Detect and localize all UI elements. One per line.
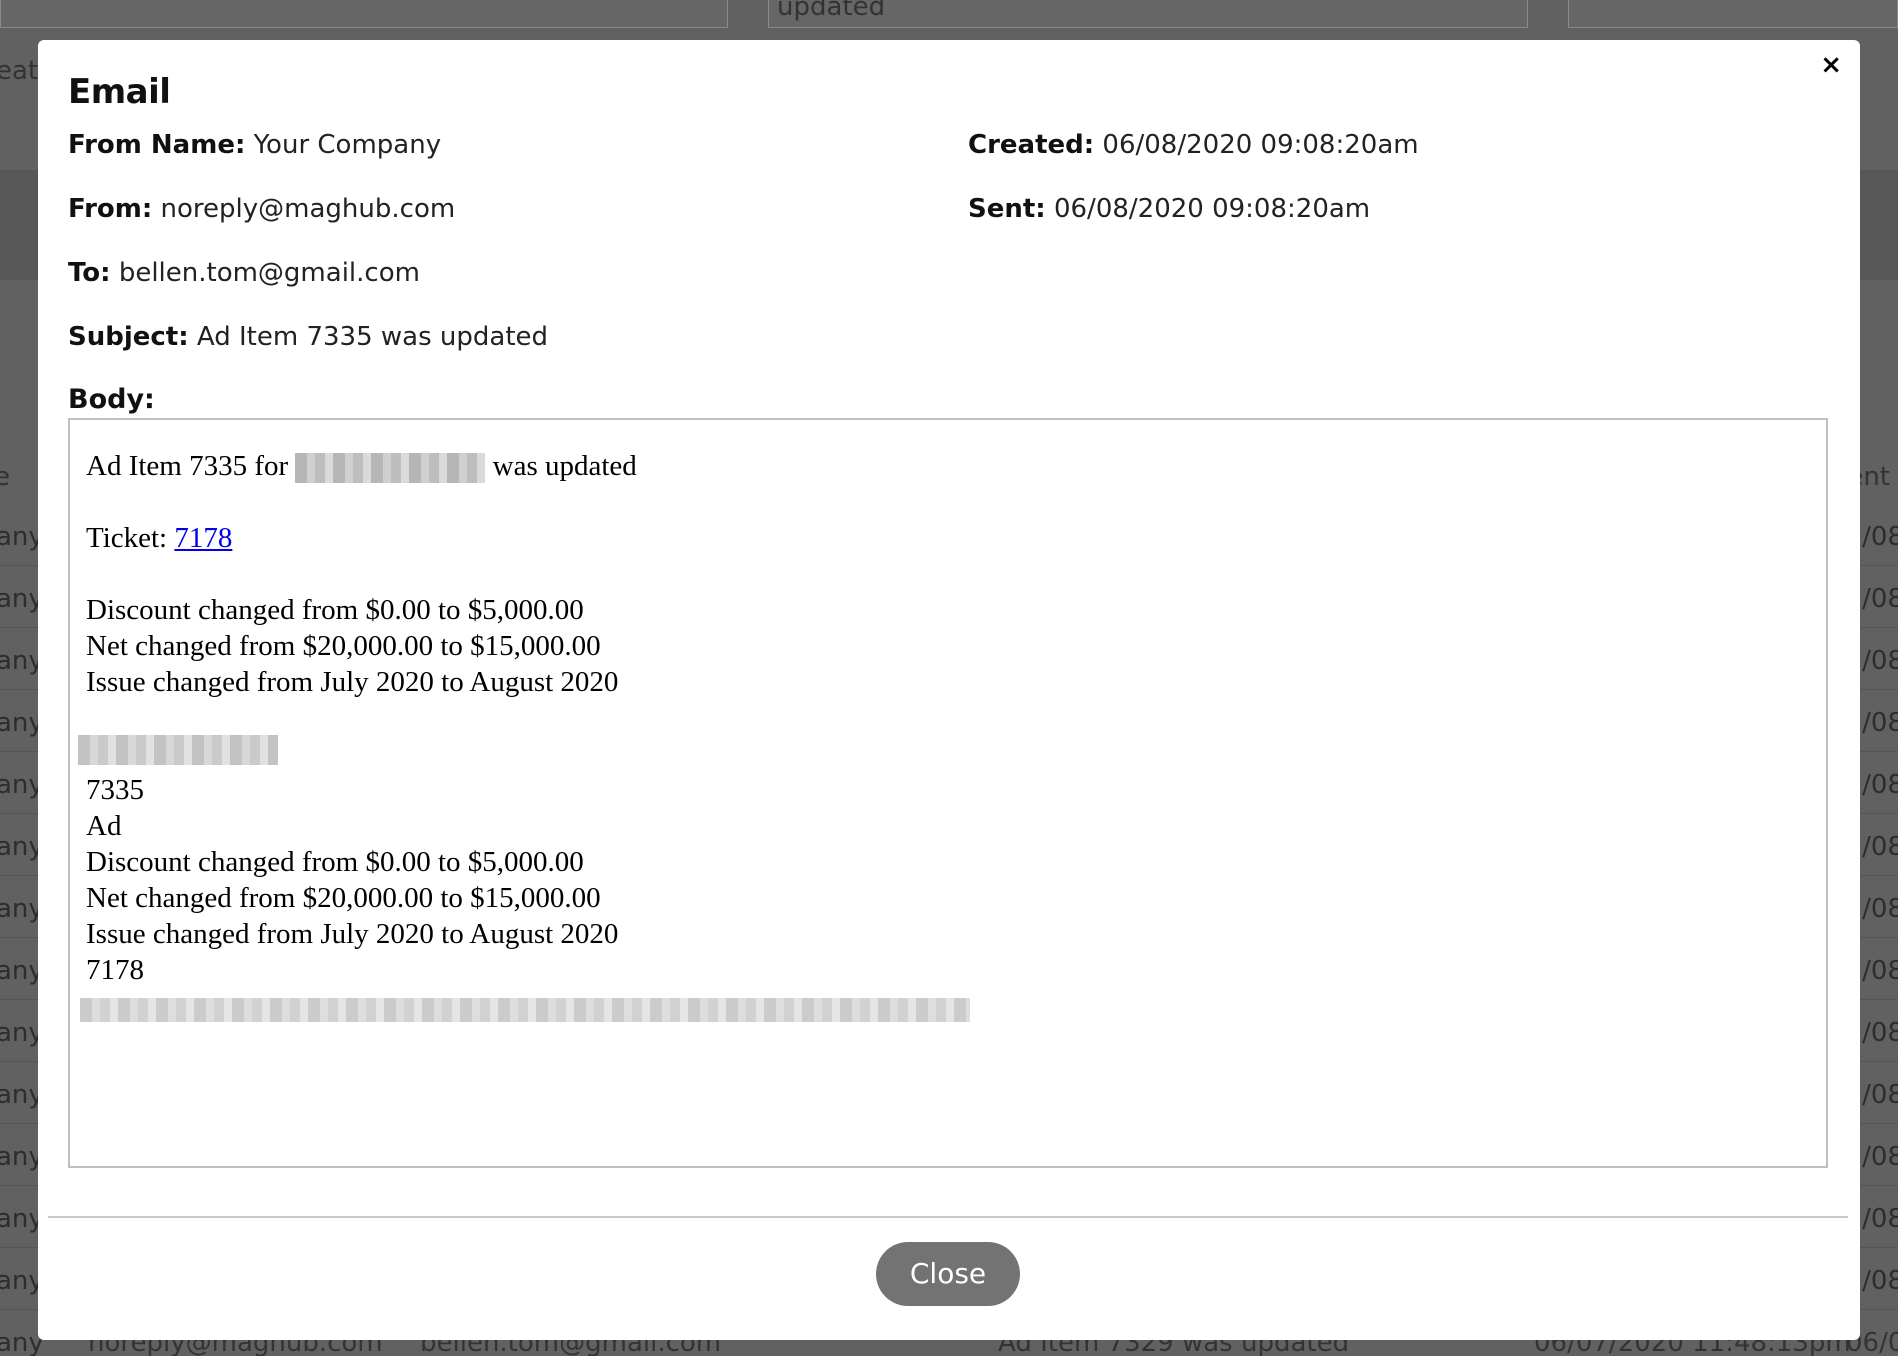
bg-column-header-left: e [0, 462, 10, 492]
close-icon[interactable]: × [1820, 52, 1842, 78]
sent-value: 06/08/2020 09:08:20am [1053, 194, 1371, 224]
to-field: To: bellen.tom@gmail.com [68, 258, 420, 288]
from-value: noreply@maghub.com [160, 194, 456, 224]
redacted-url-text [80, 998, 970, 1023]
redacted-url [80, 990, 970, 1026]
created-label: Created: [968, 130, 1095, 160]
ticket-number: 7178 [86, 954, 144, 986]
body-headline: Ad Item 7335 for was updated [86, 450, 637, 484]
created-field: Created: 06/08/2020 09:08:20am [968, 130, 1419, 160]
item-id: 7335 [86, 774, 144, 806]
change-line: Issue changed from July 2020 to August 2… [86, 918, 619, 950]
from-label: From: [68, 194, 153, 224]
body-ticket-line: Ticket: 7178 [86, 522, 233, 554]
bg-date-filter [1568, 0, 1898, 28]
change-line: Discount changed from $0.00 to $5,000.00 [86, 846, 584, 878]
bg-filter-input [0, 0, 728, 28]
body-label: Body: [68, 384, 155, 415]
change-line: Issue changed from July 2020 to August 2… [86, 666, 619, 698]
subject-label: Subject: [68, 322, 189, 352]
change-line: Net changed from $20,000.00 to $15,000.0… [86, 630, 601, 662]
to-value: bellen.tom@gmail.com [118, 258, 420, 288]
bg-subject-filter: updated [768, 0, 1528, 28]
from-field: From: noreply@maghub.com [68, 194, 455, 224]
modal-title: Email [68, 72, 171, 112]
footer-divider [48, 1216, 1848, 1218]
created-value: 06/08/2020 09:08:20am [1102, 130, 1419, 160]
close-button[interactable]: Close [876, 1242, 1020, 1306]
from-name-field: From Name: Your Company [68, 130, 441, 160]
email-body[interactable]: Ad Item 7335 for was updated Ticket: 717… [68, 418, 1828, 1168]
sent-label: Sent: [968, 194, 1046, 224]
to-label: To: [68, 258, 111, 288]
item-type: Ad [86, 810, 122, 842]
redacted-name [295, 453, 486, 484]
subject-field: Subject: Ad Item 7335 was updated [68, 322, 548, 352]
redacted-text [78, 735, 278, 766]
bg-subject-filter-text: updated [777, 0, 886, 22]
email-modal: × Email From Name: Your Company Created:… [38, 40, 1860, 1340]
sent-field: Sent: 06/08/2020 09:08:20am [968, 194, 1370, 224]
change-line: Net changed from $20,000.00 to $15,000.0… [86, 882, 601, 914]
subject-value: Ad Item 7335 was updated [196, 322, 549, 352]
from-name-label: From Name: [68, 130, 246, 160]
from-name-value: Your Company [253, 130, 442, 160]
redacted-block [78, 730, 278, 766]
ticket-link[interactable]: 7178 [174, 522, 232, 554]
change-line: Discount changed from $0.00 to $5,000.00 [86, 594, 584, 626]
